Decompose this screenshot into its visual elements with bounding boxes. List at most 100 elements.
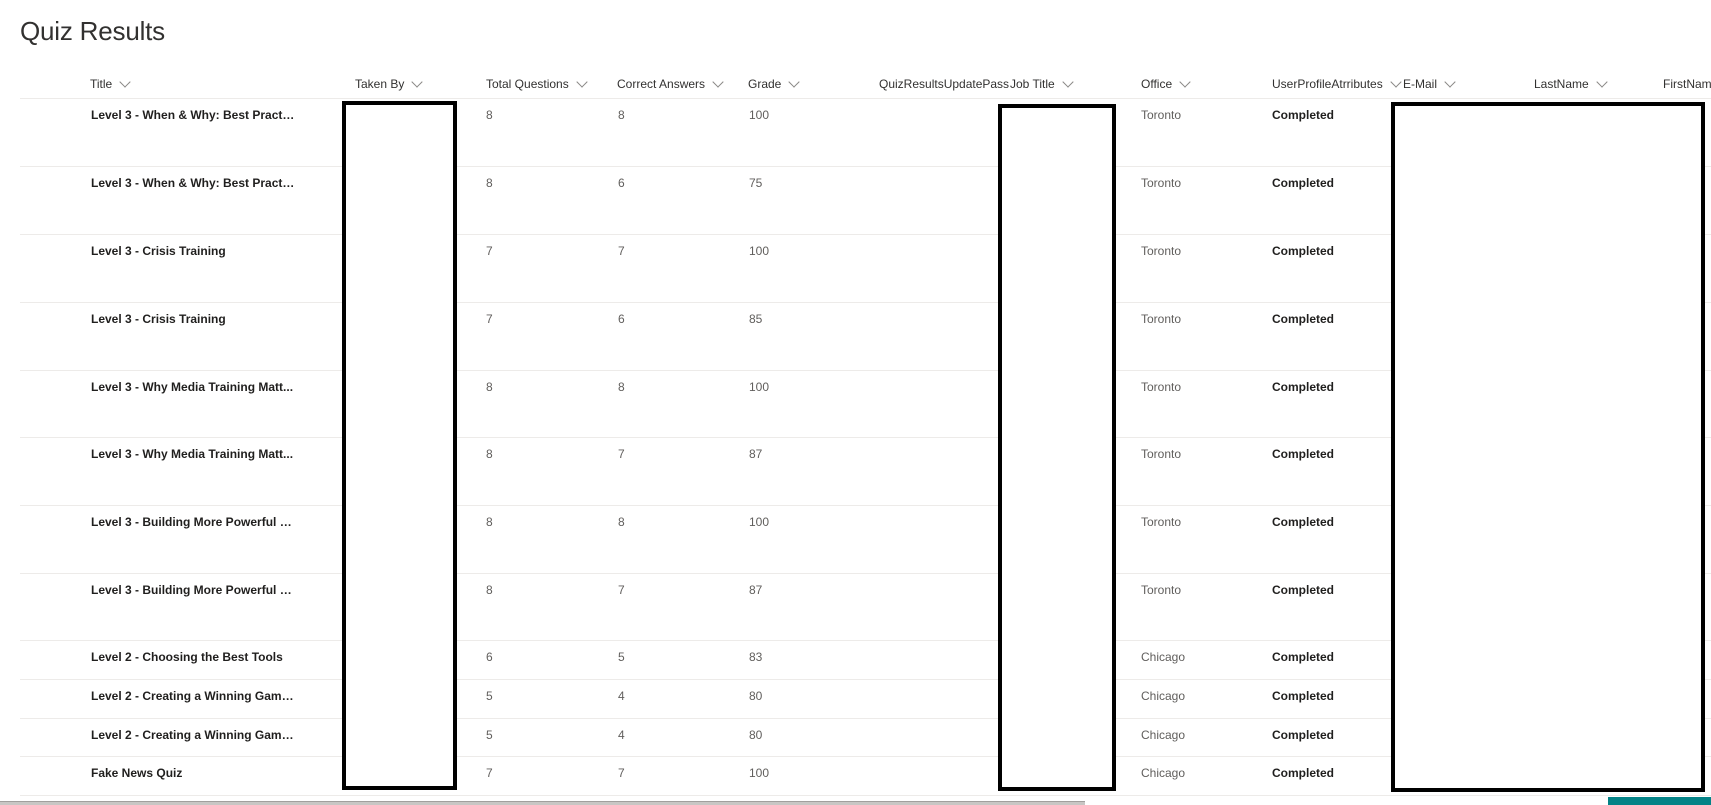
cell-correct-answers: 8 (618, 108, 625, 122)
cell-profile-status: Completed (1272, 583, 1335, 597)
cell-title[interactable]: Level 3 - Building More Powerful P... (91, 583, 296, 597)
cell-profile-status: Completed (1272, 515, 1335, 529)
cell-title[interactable]: Level 3 - Why Media Training Matt... (91, 447, 296, 461)
cell-total-questions: 8 (486, 380, 493, 394)
column-header-row: Title Taken By Total Questions Correct Answ… (20, 70, 1711, 99)
chevron-down-icon[interactable] (1444, 75, 1456, 88)
cell-title[interactable]: Fake News Quiz (91, 766, 296, 780)
column-header-label: Correct Answers (617, 77, 706, 91)
cell-office: Toronto (1141, 312, 1182, 326)
cell-total-questions: 7 (486, 766, 493, 780)
cell-correct-answers: 8 (618, 380, 625, 394)
column-header-office[interactable]: Office (1141, 70, 1266, 98)
column-header-label: Job Title (1010, 77, 1055, 91)
chevron-down-icon[interactable] (119, 75, 131, 88)
cell-office: Toronto (1141, 244, 1182, 258)
cell-office: Chicago (1141, 689, 1186, 703)
cell-title[interactable]: Level 2 - Choosing the Best Tools (91, 650, 296, 664)
column-header-job-title[interactable]: Job Title (1010, 70, 1135, 98)
cell-correct-answers: 4 (618, 728, 625, 742)
column-header-total-questions[interactable]: Total Questions (486, 70, 611, 98)
chevron-down-icon[interactable] (1390, 75, 1402, 88)
cell-grade: 100 (749, 766, 770, 780)
page-title: Quiz Results (20, 16, 165, 46)
cell-profile-status: Completed (1272, 312, 1335, 326)
cell-grade: 80 (749, 728, 763, 742)
chevron-down-icon[interactable] (1596, 75, 1608, 88)
cell-correct-answers: 4 (618, 689, 625, 703)
cell-grade: 87 (749, 447, 763, 461)
cell-correct-answers: 7 (618, 447, 625, 461)
cell-total-questions: 8 (486, 447, 493, 461)
cell-total-questions: 7 (486, 244, 493, 258)
cell-profile-status: Completed (1272, 380, 1335, 394)
cell-grade: 100 (749, 244, 770, 258)
cell-office: Toronto (1141, 583, 1182, 597)
cell-title[interactable]: Level 2 - Creating a Winning Game... (91, 728, 296, 742)
cell-title[interactable]: Level 3 - Crisis Training (91, 244, 296, 258)
column-header-last-name[interactable]: LastName (1534, 70, 1659, 98)
cell-title[interactable]: Level 2 - Creating a Winning Game... (91, 689, 296, 703)
column-header-update-pass[interactable]: QuizResultsUpdatePassi (879, 70, 1009, 98)
cell-profile-status: Completed (1272, 650, 1335, 664)
chevron-down-icon[interactable] (788, 75, 801, 88)
cell-total-questions: 7 (486, 312, 493, 326)
cell-grade: 75 (749, 176, 763, 190)
cell-correct-answers: 6 (618, 176, 625, 190)
column-header-title[interactable]: Title (90, 70, 340, 98)
cell-office: Chicago (1141, 650, 1186, 664)
redaction-box-taken-by (342, 101, 457, 790)
column-header-label: Office (1141, 77, 1173, 91)
cell-correct-answers: 7 (618, 766, 625, 780)
cell-correct-answers: 7 (618, 583, 625, 597)
quiz-results-page: Quiz Results Title Taken By Total Question… (0, 0, 1711, 805)
accent-bar (1608, 797, 1711, 805)
column-header-label: Taken By (355, 77, 405, 91)
cell-correct-answers: 6 (618, 312, 625, 326)
redaction-box-contact (1391, 102, 1705, 792)
cell-profile-status: Completed (1272, 766, 1335, 780)
cell-total-questions: 5 (486, 689, 493, 703)
cell-total-questions: 8 (486, 515, 493, 529)
cell-office: Toronto (1141, 515, 1182, 529)
cell-grade: 87 (749, 583, 763, 597)
cell-grade: 80 (749, 689, 763, 703)
cell-grade: 100 (749, 380, 770, 394)
cell-office: Chicago (1141, 766, 1186, 780)
cell-correct-answers: 5 (618, 650, 625, 664)
cell-profile-status: Completed (1272, 728, 1335, 742)
cell-title[interactable]: Level 3 - When & Why: Best Practic... (91, 108, 296, 122)
column-header-label: QuizResultsUpdatePassi (879, 77, 1009, 91)
chevron-down-icon[interactable] (411, 75, 424, 88)
column-header-label: E-Mail (1403, 77, 1438, 91)
cell-title[interactable]: Level 3 - When & Why: Best Practic... (91, 176, 296, 190)
chevron-down-icon[interactable] (712, 75, 724, 88)
cell-title[interactable]: Level 3 - Why Media Training Matt... (91, 380, 296, 394)
cell-profile-status: Completed (1272, 108, 1335, 122)
column-header-label: Title (90, 77, 113, 91)
column-header-label: UserProfileAtrributes (1272, 77, 1383, 91)
chevron-down-icon[interactable] (1062, 75, 1074, 88)
column-header-profile-attr[interactable]: UserProfileAtrributes (1272, 70, 1402, 98)
horizontal-scrollbar[interactable] (0, 801, 1085, 805)
cell-total-questions: 6 (486, 650, 493, 664)
column-header-taken-by[interactable]: Taken By (355, 70, 480, 98)
cell-grade: 83 (749, 650, 763, 664)
cell-total-questions: 8 (486, 176, 493, 190)
column-header-email[interactable]: E-Mail (1403, 70, 1528, 98)
column-header-correct-answers[interactable]: Correct Answers (617, 70, 742, 98)
cell-profile-status: Completed (1272, 447, 1335, 461)
chevron-down-icon[interactable] (1179, 75, 1191, 88)
chevron-down-icon[interactable] (576, 75, 588, 88)
cell-profile-status: Completed (1272, 176, 1335, 190)
cell-profile-status: Completed (1272, 689, 1335, 703)
cell-office: Toronto (1141, 108, 1182, 122)
cell-total-questions: 8 (486, 583, 493, 597)
cell-correct-answers: 8 (618, 515, 625, 529)
column-header-first-name[interactable]: FirstNam (1663, 70, 1711, 98)
cell-title[interactable]: Level 3 - Building More Powerful P... (91, 515, 296, 529)
column-header-grade[interactable]: Grade (748, 70, 873, 98)
column-header-label: Total Questions (486, 77, 569, 91)
cell-title[interactable]: Level 3 - Crisis Training (91, 312, 296, 326)
redaction-box-job-title (998, 104, 1116, 791)
